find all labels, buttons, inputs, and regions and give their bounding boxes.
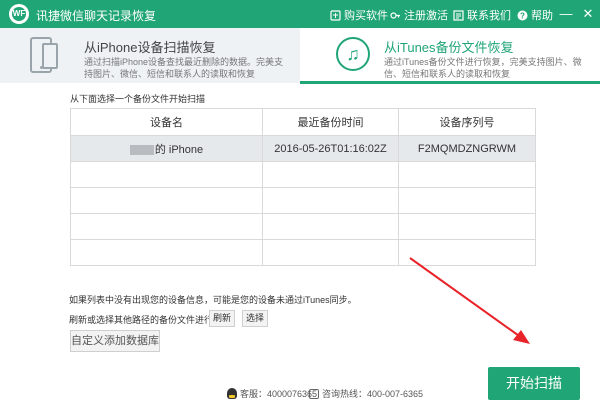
tab-itunes-backup[interactable]: ♫ 从iTunes备份文件恢复 通过iTunes备份文件进行恢复，完美支持图片、… [300, 28, 600, 84]
add-database-button[interactable]: 自定义添加数据库 [70, 330, 160, 352]
recovery-mode-tabs: 从iPhone设备扫描恢复 通过扫描iPhone设备查找最近删除的数据。完美支持… [0, 28, 600, 84]
table-row-empty [70, 213, 536, 240]
serial-cell: F2MQMDZNGRWM [398, 135, 536, 162]
contact-card-icon [453, 9, 464, 21]
qq-support: 客服：4000076365 [227, 387, 317, 400]
minimize-button[interactable]: — [557, 5, 575, 23]
tab-iphone-scan[interactable]: 从iPhone设备扫描恢复 通过扫描iPhone设备查找最近删除的数据。完美支持… [0, 28, 300, 83]
svg-text:?: ? [520, 11, 525, 20]
help-link[interactable]: ? 帮助 [517, 7, 553, 23]
select-path-button[interactable]: 选择 [242, 310, 268, 327]
app-logo-icon: WF [9, 4, 29, 24]
register-link[interactable]: 注册激活 [390, 7, 448, 23]
column-header-device-name: 设备名 [70, 108, 263, 136]
device-name-cell: 的 iPhone [70, 135, 263, 162]
column-header-backup-time: 最近备份时间 [262, 108, 399, 136]
start-scan-button[interactable]: 开始扫描 [488, 367, 580, 400]
buy-software-link[interactable]: 购买软件 [330, 7, 388, 23]
select-backup-hint: 从下面选择一个备份文件开始扫描 [70, 94, 206, 104]
table-header-row: 设备名 最近备份时间 设备序列号 [70, 108, 536, 136]
music-note-icon: ♫ [336, 37, 370, 71]
backup-device-table: 设备名 最近备份时间 设备序列号 的 iPhone 2016-05-26T01:… [70, 108, 536, 266]
ipad-icon [42, 43, 58, 69]
column-header-serial: 设备序列号 [398, 108, 536, 136]
backup-time-cell: 2016-05-26T01:16:02Z [262, 135, 399, 162]
app-title: 讯捷微信聊天记录恢复 [36, 9, 157, 23]
table-row-empty [70, 239, 536, 266]
redacted-name [129, 144, 154, 155]
table-row[interactable]: 的 iPhone 2016-05-26T01:16:02Z F2MQMDZNGR… [70, 135, 536, 162]
device-not-found-note: 如果列表中没有出现您的设备信息，可能是您的设备未通过iTunes同步。 [69, 295, 357, 305]
title-bar: WF 讯捷微信聊天记录恢复 购买软件 注册激活 联系我们 ? 帮助 — ✕ [0, 0, 600, 28]
phone-icon [309, 388, 319, 399]
itunes-mode-description: 通过iTunes备份文件进行恢复，完美支持图片、微信、短信和联系人的读取和恢复 [384, 57, 582, 79]
refresh-button[interactable]: 刷新 [209, 310, 235, 327]
cart-icon [330, 9, 341, 21]
table-row-empty [70, 187, 536, 214]
qq-icon [227, 388, 237, 399]
key-icon [390, 11, 400, 19]
iphone-mode-description: 通过扫描iPhone设备查找最近删除的数据。完美支持图片、微信、短信和联系人的读… [84, 57, 284, 79]
itunes-mode-title: 从iTunes备份文件恢复 [384, 40, 514, 55]
iphone-mode-title: 从iPhone设备扫描恢复 [84, 40, 216, 55]
table-row-empty [70, 161, 536, 188]
help-icon: ? [517, 10, 528, 20]
close-button[interactable]: ✕ [579, 5, 597, 23]
hotline: 咨询热线：400-007-6365 [309, 387, 423, 400]
contact-us-link[interactable]: 联系我们 [453, 7, 511, 23]
